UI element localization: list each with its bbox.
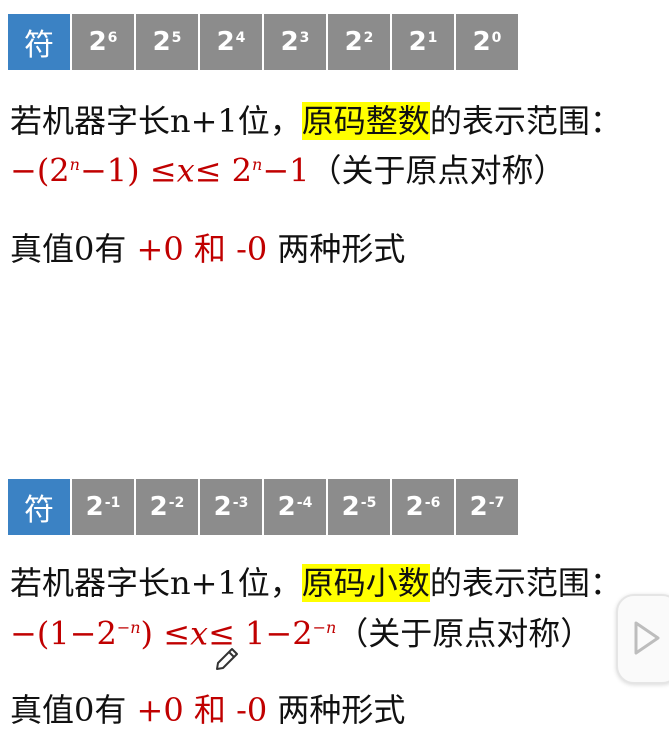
bit-cell: 26 xyxy=(72,14,136,70)
integer-bit-table: 符 26 25 24 23 22 21 20 xyxy=(8,14,520,70)
fraction-zero-note: 真值0有 +0 和 -0 两种形式 xyxy=(10,691,406,729)
integer-range-formula: −(2n−1) ≤x≤ 2n−1（关于原点对称） xyxy=(10,151,566,190)
bit-cell: 2 -5 xyxy=(328,479,392,535)
bit-cell: 24 xyxy=(200,14,264,70)
play-button[interactable] xyxy=(616,594,669,684)
bit-cell: 2 -7 xyxy=(456,479,520,535)
bit-cell: 22 xyxy=(328,14,392,70)
symmetry-note: （关于原点对称） xyxy=(336,614,593,653)
bit-cell: 2 -4 xyxy=(264,479,328,535)
fraction-range-heading: 若机器字长n+1位，原码小数的表示范围： xyxy=(10,563,622,603)
zero-forms: +0 和 -0 xyxy=(136,230,268,268)
bit-cell: 2 -6 xyxy=(392,479,456,535)
integer-range-heading: 若机器字长n+1位，原码整数的表示范围： xyxy=(10,101,622,141)
bit-cell: 2 -2 xyxy=(136,479,200,535)
play-icon xyxy=(634,621,660,655)
bit-cell: 21 xyxy=(392,14,456,70)
bit-cell: 20 xyxy=(456,14,520,70)
highlighted-term: 原码小数 xyxy=(301,564,430,602)
sign-cell: 符 xyxy=(8,14,72,70)
heading-suffix: 的表示范围： xyxy=(429,564,622,602)
highlighted-term: 原码整数 xyxy=(301,102,430,140)
bit-cell: 2 -3 xyxy=(200,479,264,535)
sign-cell: 符 xyxy=(8,479,72,535)
pencil-icon xyxy=(214,646,240,672)
zero-forms: +0 和 -0 xyxy=(136,691,268,729)
fraction-bit-table: 符 2 -1 2 -2 2 -3 2 -4 2 -5 2 -6 2 -7 xyxy=(8,479,520,535)
fraction-range-formula: −(1−2−n) ≤x≤ 1−2−n（关于原点对称） xyxy=(10,614,593,653)
symmetry-note: （关于原点对称） xyxy=(309,151,566,190)
bit-cell: 23 xyxy=(264,14,328,70)
bit-cell: 2 -1 xyxy=(72,479,136,535)
heading-prefix: 若机器字长n+1位， xyxy=(10,102,302,140)
integer-zero-note: 真值0有 +0 和 -0 两种形式 xyxy=(10,230,406,268)
heading-suffix: 的表示范围： xyxy=(429,102,622,140)
bit-cell: 25 xyxy=(136,14,200,70)
heading-prefix: 若机器字长n+1位， xyxy=(10,564,302,602)
